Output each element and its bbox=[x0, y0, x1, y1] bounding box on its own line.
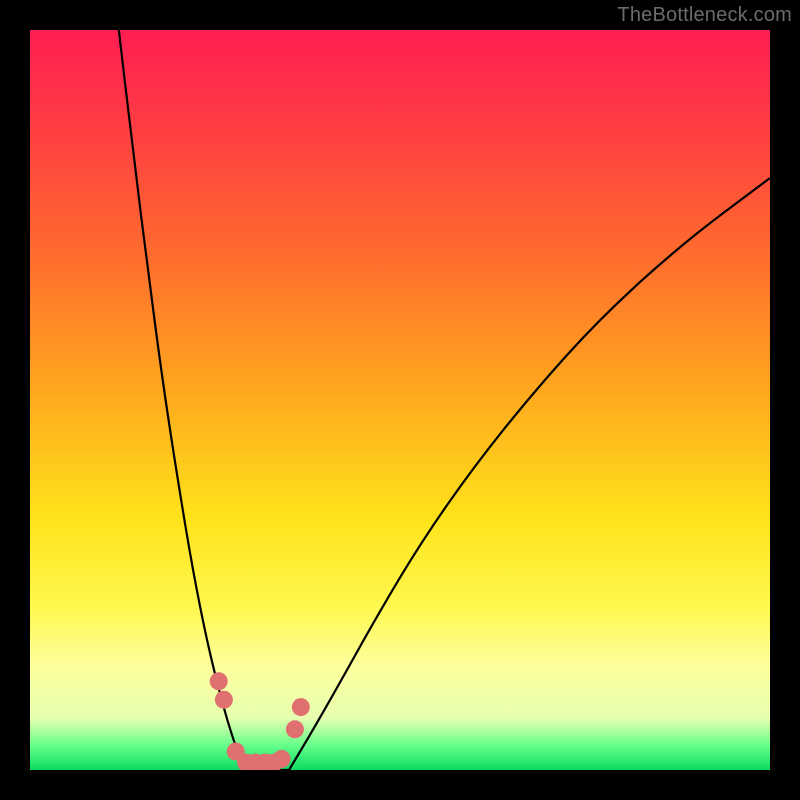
marker-dot bbox=[210, 672, 228, 690]
chart-frame: TheBottleneck.com bbox=[0, 0, 800, 800]
marker-dot bbox=[292, 698, 310, 716]
watermark-text: TheBottleneck.com bbox=[617, 4, 792, 27]
series-left-branch bbox=[119, 30, 245, 770]
series-right-branch bbox=[289, 178, 770, 770]
marker-dot bbox=[215, 691, 233, 709]
marker-dot bbox=[286, 720, 304, 738]
series-markers bbox=[210, 672, 310, 770]
chart-plot-area bbox=[30, 30, 770, 770]
marker-dot bbox=[273, 750, 291, 768]
chart-svg bbox=[30, 30, 770, 770]
